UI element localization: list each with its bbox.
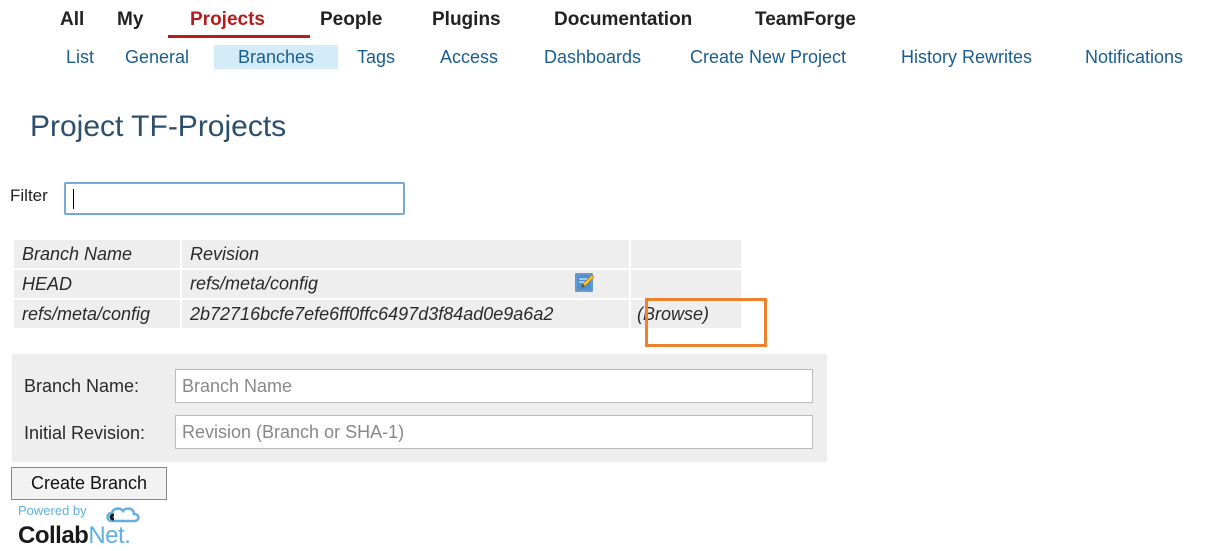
branches-table: Branch Name Revision HEAD refs/meta/conf…: [12, 238, 743, 330]
nav-people[interactable]: People: [320, 9, 382, 31]
nav-plugins[interactable]: Plugins: [432, 9, 501, 31]
branch-name-cell: refs/meta/config: [14, 300, 180, 328]
top-nav: All My Projects People Plugins Documenta…: [0, 0, 1215, 40]
table-row: refs/meta/config 2b72716bcfe7efe6ff0ffc6…: [14, 300, 741, 328]
collab-text: Collab: [18, 522, 89, 549]
subnav-history-rewrites[interactable]: History Rewrites: [901, 45, 1032, 69]
branch-name-label: Branch Name:: [24, 376, 140, 396]
filter-label: Filter: [10, 186, 48, 205]
create-branch-form: Branch Name: Initial Revision:: [12, 354, 827, 462]
subnav-create-new-project[interactable]: Create New Project: [690, 45, 846, 69]
revision-cell: refs/meta/config: [182, 270, 629, 298]
branch-name-cell: HEAD: [14, 270, 180, 298]
nav-documentation[interactable]: Documentation: [554, 9, 692, 31]
browse-cell-empty: [631, 270, 741, 298]
branch-name-input[interactable]: [175, 369, 813, 403]
initial-revision-label: Initial Revision:: [24, 423, 146, 443]
nav-all[interactable]: All: [60, 9, 84, 31]
collabnet-wordmark: CollabNet.: [18, 522, 131, 550]
header-branch-name: Branch Name: [14, 240, 180, 268]
header-actions: [631, 240, 741, 268]
create-branch-button[interactable]: Create Branch: [11, 467, 167, 500]
table-row: HEAD refs/meta/config: [14, 270, 741, 298]
nav-projects[interactable]: Projects: [190, 9, 265, 31]
nav-teamforge[interactable]: TeamForge: [755, 9, 856, 31]
revision-text: refs/meta/config: [190, 272, 319, 293]
initial-revision-input[interactable]: [175, 415, 813, 449]
collabnet-logo: Powered by CollabNet.: [18, 502, 158, 550]
revision-cell: 2b72716bcfe7efe6ff0ffc6497d3f84ad0e9a6a2: [182, 300, 629, 328]
subnav-branches[interactable]: Branches: [214, 45, 338, 69]
nav-my[interactable]: My: [117, 9, 143, 31]
subnav-list[interactable]: List: [66, 45, 94, 69]
page-title: Project TF-Projects: [30, 110, 287, 143]
subnav-notifications[interactable]: Notifications: [1085, 45, 1183, 69]
subnav-tags[interactable]: Tags: [357, 45, 395, 69]
header-revision: Revision: [182, 240, 629, 268]
sub-nav: List General Branches Tags Access Dashbo…: [0, 42, 1215, 70]
text-cursor: [73, 189, 74, 209]
filter-input[interactable]: [64, 182, 405, 215]
browse-highlight-box: [645, 298, 767, 347]
net-text: Net.: [88, 522, 131, 549]
table-header-row: Branch Name Revision: [14, 240, 741, 268]
edit-icon[interactable]: [575, 272, 595, 297]
subnav-access[interactable]: Access: [440, 45, 498, 69]
subnav-dashboards[interactable]: Dashboards: [544, 45, 641, 69]
powered-by-text: Powered by: [18, 503, 87, 518]
subnav-general[interactable]: General: [125, 45, 189, 69]
active-nav-underline: [168, 35, 310, 38]
